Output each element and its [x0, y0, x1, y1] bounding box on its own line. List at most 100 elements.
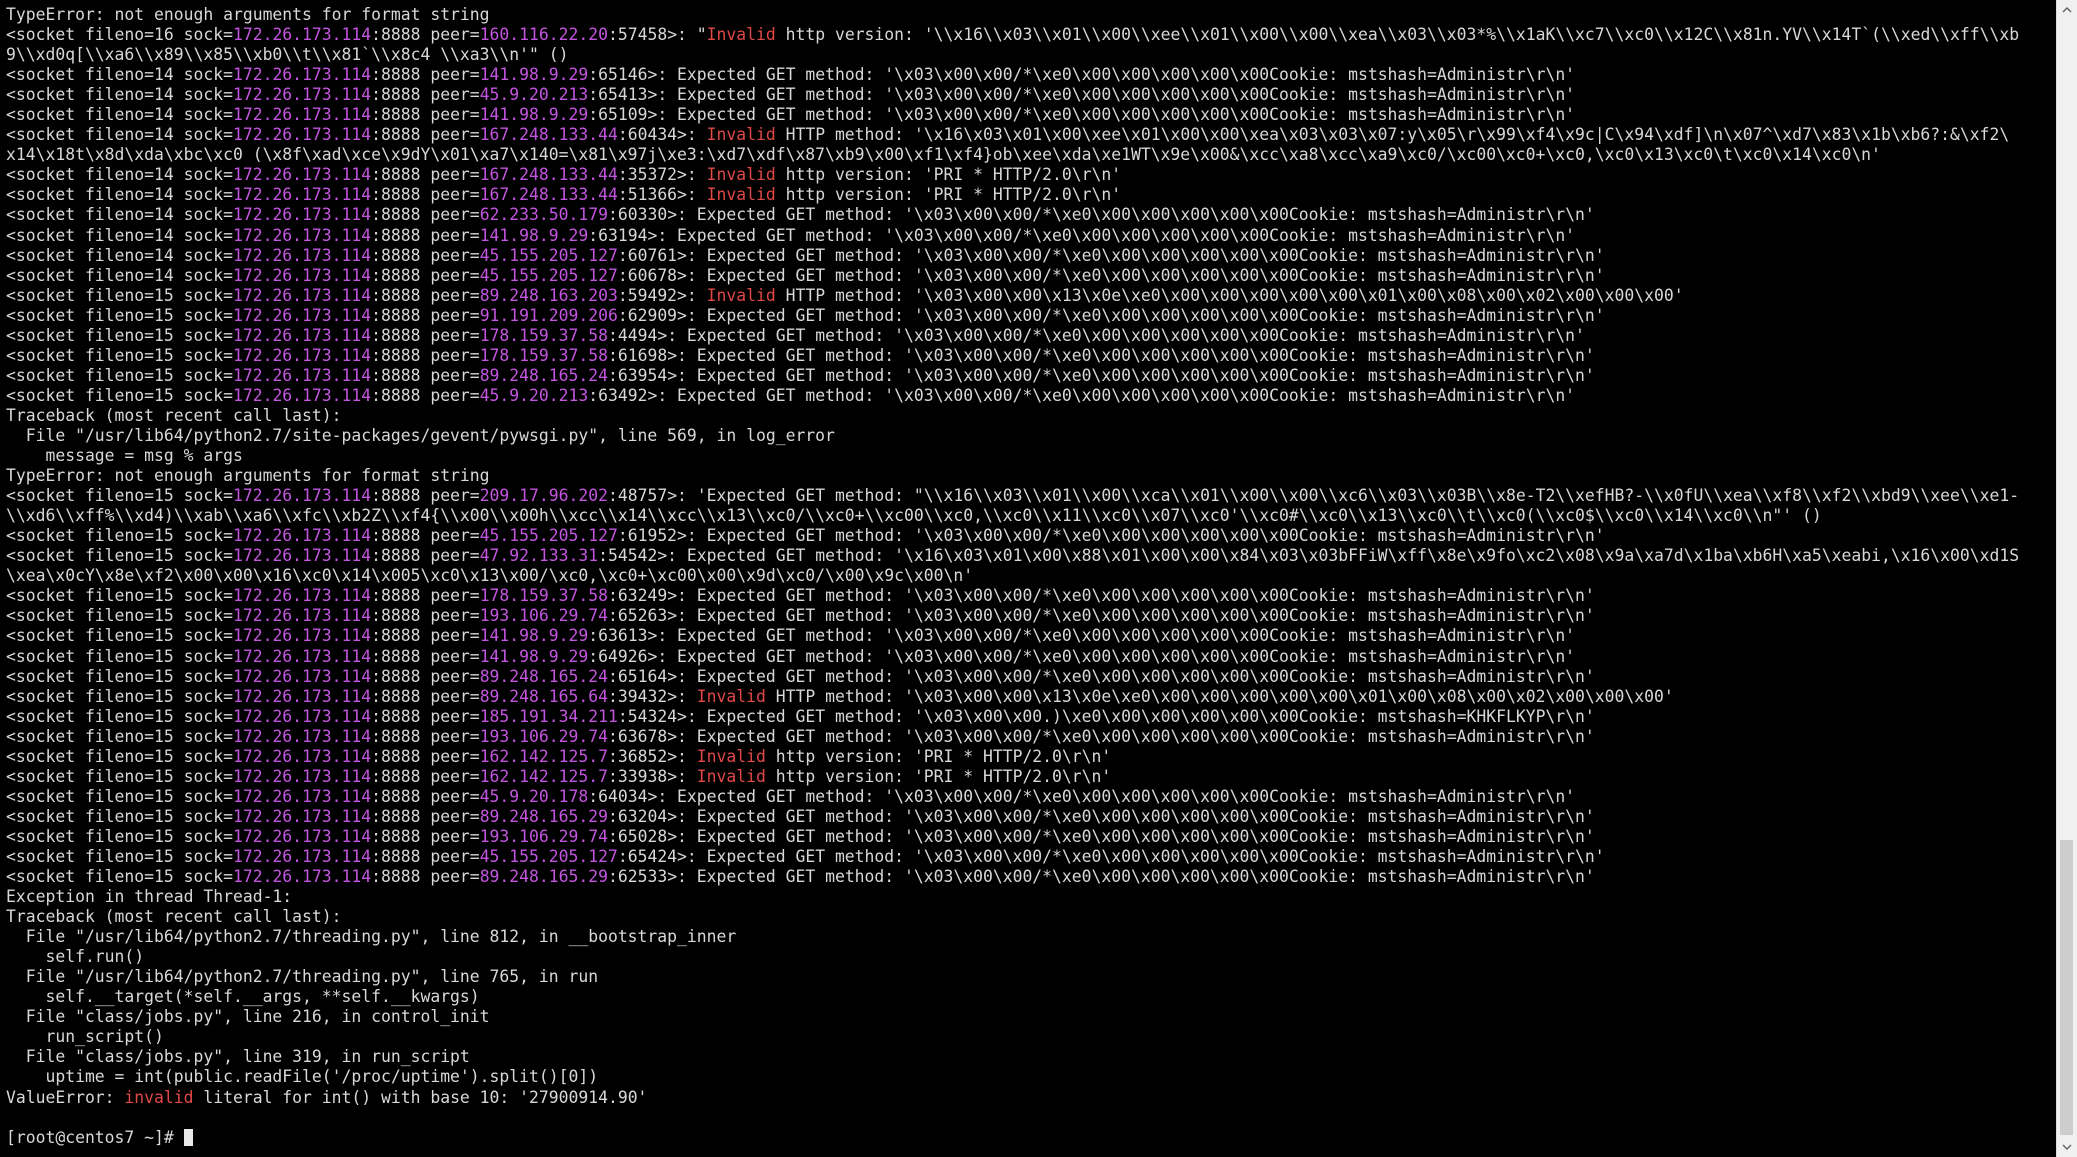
scroll-thumb[interactable]	[2060, 840, 2073, 1135]
terminal-line: <socket fileno=15 sock=172.26.173.114:88…	[6, 366, 2052, 386]
line-text: :35372>:	[617, 165, 707, 185]
line-text: :8888 peer=	[371, 25, 480, 45]
terminal-line: <socket fileno=15 sock=172.26.173.114:88…	[6, 747, 2052, 767]
terminal-line: <socket fileno=15 sock=172.26.173.114:88…	[6, 787, 2052, 807]
ip-address: 172.26.173.114	[232, 786, 372, 806]
terminal-line: \xea\x0cY\x8e\xf2\x00\x00\x16\xc0\x14\x0…	[6, 566, 2052, 586]
ip-address: 167.248.133.44	[479, 165, 618, 185]
ip-address: 89.248.165.29	[479, 806, 608, 826]
ip-address: 89.248.165.29	[479, 867, 608, 887]
line-text: run_script()	[6, 1027, 164, 1047]
line-text: :63613>: Expected GET method: '\x03\x00\…	[588, 626, 1576, 646]
ip-address: 172.26.173.114	[232, 365, 372, 385]
terminal-line: <socket fileno=15 sock=172.26.173.114:88…	[6, 847, 2052, 867]
line-text: :8888 peer=	[371, 486, 480, 506]
line-text: :8888 peer=	[371, 245, 480, 265]
terminal-line: <socket fileno=15 sock=172.26.173.114:88…	[6, 306, 2052, 326]
ip-address: 141.98.9.29	[479, 626, 589, 646]
line-text: :60761>: Expected GET method: '\x03\x00\…	[617, 245, 1605, 265]
line-text: http version: '\\x16\\x03\\x01\\x00\\xee…	[775, 25, 2020, 45]
terminal-line: File "/usr/lib64/python2.7/threading.py"…	[6, 927, 2052, 947]
line-text: <socket fileno=15 sock=	[6, 345, 233, 365]
line-text: :8888 peer=	[371, 285, 480, 305]
line-text: <socket fileno=15 sock=	[6, 806, 233, 826]
line-text: :8888 peer=	[371, 686, 480, 706]
line-text: :8888 peer=	[371, 265, 480, 285]
line-text: <socket fileno=15 sock=	[6, 285, 233, 305]
shell-prompt-line[interactable]: [root@centos7 ~]#	[6, 1128, 2052, 1148]
ip-address: 172.26.173.114	[232, 285, 372, 305]
ip-address: 172.26.173.114	[232, 385, 372, 405]
line-text: <socket fileno=15 sock=	[6, 626, 233, 646]
line-text: <socket fileno=15 sock=	[6, 867, 233, 887]
terminal-output: TypeError: not enough arguments for form…	[6, 5, 2052, 1148]
line-text: <socket fileno=15 sock=	[6, 726, 233, 746]
line-text: :8888 peer=	[371, 365, 480, 385]
line-text: :64034>: Expected GET method: '\x03\x00\…	[588, 786, 1576, 806]
ip-address: 172.26.173.114	[232, 666, 372, 686]
line-text: :63249>: Expected GET method: '\x03\x00\…	[607, 586, 1595, 606]
terminal-line: <socket fileno=15 sock=172.26.173.114:88…	[6, 827, 2052, 847]
line-text: :65424>: Expected GET method: '\x03\x00\…	[617, 846, 1605, 866]
line-text: :8888 peer=	[371, 806, 480, 826]
line-text: ValueError:	[6, 1087, 125, 1107]
shell-prompt: [root@centos7 ~]#	[6, 1127, 184, 1147]
line-text: <socket fileno=15 sock=	[6, 786, 233, 806]
terminal-line: <socket fileno=14 sock=172.26.173.114:88…	[6, 125, 2052, 145]
ip-address: 172.26.173.114	[232, 586, 372, 606]
terminal-line: x14\x18t\x8d\xda\xbc\xc0 (\x8f\xad\xce\x…	[6, 145, 2052, 165]
line-text: :8888 peer=	[371, 626, 480, 646]
line-text: :8888 peer=	[371, 826, 480, 846]
ip-address: 89.248.163.203	[479, 285, 618, 305]
terminal-line: uptime = int(public.readFile('/proc/upti…	[6, 1067, 2052, 1087]
ip-address: 45.155.205.127	[479, 846, 618, 866]
terminal-line: <socket fileno=15 sock=172.26.173.114:88…	[6, 486, 2052, 506]
terminal-line: Traceback (most recent call last):	[6, 907, 2052, 927]
error-keyword: Invalid	[706, 165, 776, 185]
scroll-up-button[interactable]	[2057, 0, 2077, 20]
line-text: :65263>: Expected GET method: '\x03\x00\…	[607, 606, 1595, 626]
line-text: :8888 peer=	[371, 706, 480, 726]
line-text: <socket fileno=15 sock=	[6, 846, 233, 866]
ip-address: 172.26.173.114	[232, 746, 372, 766]
line-text: :61952>: Expected GET method: '\x03\x00\…	[617, 526, 1605, 546]
line-text: :65146>: Expected GET method: '\x03\x00\…	[588, 65, 1576, 85]
line-text: :8888 peer=	[371, 666, 480, 686]
line-text: :57458>: "	[607, 25, 707, 45]
ip-address: 141.98.9.29	[479, 65, 589, 85]
terminal-line: <socket fileno=15 sock=172.26.173.114:88…	[6, 647, 2052, 667]
terminal-line: TypeError: not enough arguments for form…	[6, 5, 2052, 25]
line-text: File "/usr/lib64/python2.7/threading.py"…	[6, 927, 737, 947]
line-text: :63954>: Expected GET method: '\x03\x00\…	[607, 365, 1595, 385]
line-text: <socket fileno=15 sock=	[6, 826, 233, 846]
line-text: :4494>: Expected GET method: '\x03\x00\x…	[607, 325, 1585, 345]
ip-address: 172.26.173.114	[232, 626, 372, 646]
ip-address: 45.155.205.127	[479, 526, 618, 546]
terminal-window[interactable]: TypeError: not enough arguments for form…	[0, 0, 2056, 1157]
ip-address: 162.142.125.7	[479, 746, 608, 766]
terminal-line: <socket fileno=15 sock=172.26.173.114:88…	[6, 807, 2052, 827]
terminal-line: <socket fileno=15 sock=172.26.173.114:88…	[6, 606, 2052, 626]
terminal-line: <socket fileno=15 sock=172.26.173.114:88…	[6, 526, 2052, 546]
line-text: HTTP method: '\x03\x00\x00\x13\x0e\xe0\x…	[765, 686, 1674, 706]
ip-address: 172.26.173.114	[232, 205, 372, 225]
line-text: <socket fileno=14 sock=	[6, 185, 233, 205]
ip-address: 45.155.205.127	[479, 265, 618, 285]
ip-address: 172.26.173.114	[232, 185, 372, 205]
line-text: :48757>: 'Expected GET method: "\\x16\\x…	[607, 486, 2020, 506]
vertical-scrollbar[interactable]	[2056, 0, 2077, 1157]
line-text: \xea\x0cY\x8e\xf2\x00\x00\x16\xc0\x14\x0…	[6, 566, 974, 586]
line-text: <socket fileno=15 sock=	[6, 385, 233, 405]
line-text: :8888 peer=	[371, 846, 480, 866]
ip-address: 172.26.173.114	[232, 325, 372, 345]
ip-address: 162.142.125.7	[479, 766, 608, 786]
line-text: self.__target(*self.__args, **self.__kwa…	[6, 987, 480, 1007]
scroll-down-button[interactable]	[2057, 1137, 2077, 1157]
line-text: <socket fileno=14 sock=	[6, 245, 233, 265]
line-text: :60330>: Expected GET method: '\x03\x00\…	[607, 205, 1595, 225]
ip-address: 167.248.133.44	[479, 125, 618, 145]
ip-address: 172.26.173.114	[232, 766, 372, 786]
terminal-line: <socket fileno=15 sock=172.26.173.114:88…	[6, 707, 2052, 727]
terminal-line: message = msg % args	[6, 446, 2052, 466]
line-text: :33938>:	[607, 766, 697, 786]
